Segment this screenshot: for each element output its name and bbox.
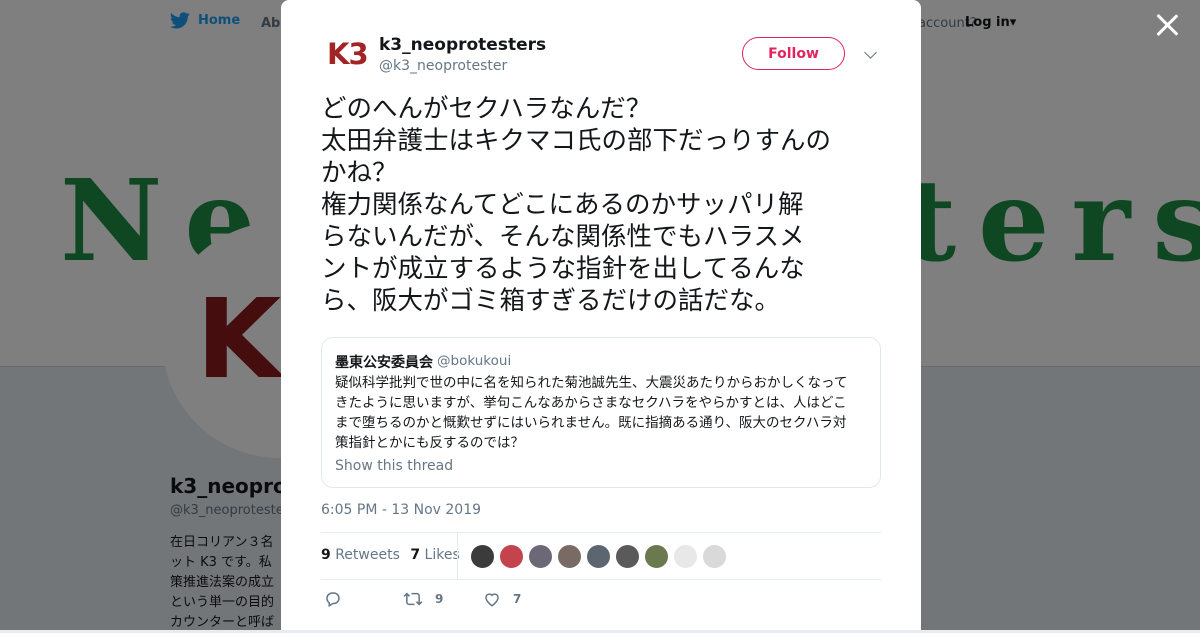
tweet-text-line: ントが成立するような指針を出してるんな — [321, 254, 805, 284]
liker-avatar[interactable] — [499, 544, 524, 569]
tweet-stats: 9 Retweets 7 Likes — [321, 547, 460, 563]
tweet-text-line: ら、阪大がゴミ箱すぎるだけの話だな。 — [321, 286, 781, 316]
quoted-author-handle: @bokukoui — [437, 353, 512, 369]
follow-button[interactable]: Follow — [742, 37, 845, 70]
likes-stat[interactable]: 7 Likes — [410, 547, 459, 563]
divider — [321, 579, 881, 580]
retweet-count: 9 — [435, 592, 444, 606]
chevron-down-icon[interactable] — [864, 46, 877, 59]
likes-count: 7 — [410, 547, 421, 563]
liker-avatar[interactable] — [528, 544, 553, 569]
liker-avatar[interactable] — [615, 544, 640, 569]
tweet-text-line: らないんだが、そんな関係性でもハラスメ — [321, 222, 805, 252]
tweet-text-line: 権力関係なんてどこにあるのかサッパリ解 — [321, 190, 804, 220]
retweets-label: Retweets — [335, 547, 400, 563]
retweet-icon — [403, 590, 423, 608]
tweet-text: どのへんがセクハラなんだ？ 太田弁護士はキクマコ氏の部下だっりすんの かね？ 権… — [321, 93, 881, 317]
likes-label: Likes — [424, 547, 460, 563]
liker-avatar[interactable] — [702, 544, 727, 569]
quoted-text-line: きたように思いますが、挙句こんなあからさまなセクハラをやらかすとは、人はどこ — [335, 395, 847, 411]
quoted-text-line: 策指針とかにも反するのでは？ — [335, 435, 524, 451]
retweets-stat[interactable]: 9 Retweets — [321, 547, 400, 563]
tweet-text-line: どのへんがセクハラなんだ？ — [321, 94, 652, 124]
retweet-button[interactable]: 9 — [403, 590, 443, 608]
tweet-modal: K3 k3_neoprotesters @k3_neoprotester Fol… — [281, 0, 921, 630]
divider — [321, 532, 881, 533]
liker-avatars — [470, 544, 727, 569]
tweet-timestamp[interactable]: 6:05 PM - 13 Nov 2019 — [321, 502, 481, 518]
show-thread-link[interactable]: Show this thread — [335, 458, 453, 474]
liker-avatar[interactable] — [673, 544, 698, 569]
like-button[interactable]: 7 — [483, 590, 521, 608]
tweet-actions: 9 7 — [321, 590, 881, 614]
quoted-author-name: 墨東公安委員会 — [335, 355, 433, 371]
tweet-text-line: 太田弁護士はキクマコ氏の部下だっりすんの — [321, 126, 832, 156]
account-handle[interactable]: @k3_neoprotester — [379, 58, 507, 74]
tweet-text-line: かね？ — [321, 158, 398, 188]
quoted-tweet[interactable]: 墨東公安委員会 @bokukoui 疑似科学批判で世の中に名を知られた菊池誠先生… — [321, 337, 881, 488]
account-name[interactable]: k3_neoprotesters — [379, 35, 546, 55]
quoted-text-line: 疑似科学批判で世の中に名を知られた菊池誠先生、大震災あたりからおかしくなって — [335, 375, 848, 391]
quoted-tweet-text: 疑似科学批判で世の中に名を知られた菊池誠先生、大震災あたりからおかしくなって き… — [335, 373, 870, 453]
stats-divider — [457, 533, 458, 579]
retweets-count: 9 — [321, 547, 331, 563]
heart-icon — [483, 590, 501, 608]
reply-icon — [324, 590, 342, 608]
account-avatar-logo[interactable]: K3 — [327, 40, 369, 69]
reply-button[interactable] — [324, 590, 342, 608]
close-icon[interactable] — [1154, 12, 1180, 38]
quoted-text-line: まで堕ちるのかと慨歎せずにはいられません。既に指摘ある通り、阪大のセクハラ対 — [335, 415, 847, 431]
liker-avatar[interactable] — [470, 544, 495, 569]
liker-avatar[interactable] — [557, 544, 582, 569]
liker-avatar[interactable] — [586, 544, 611, 569]
like-count: 7 — [513, 592, 522, 606]
liker-avatar[interactable] — [644, 544, 669, 569]
